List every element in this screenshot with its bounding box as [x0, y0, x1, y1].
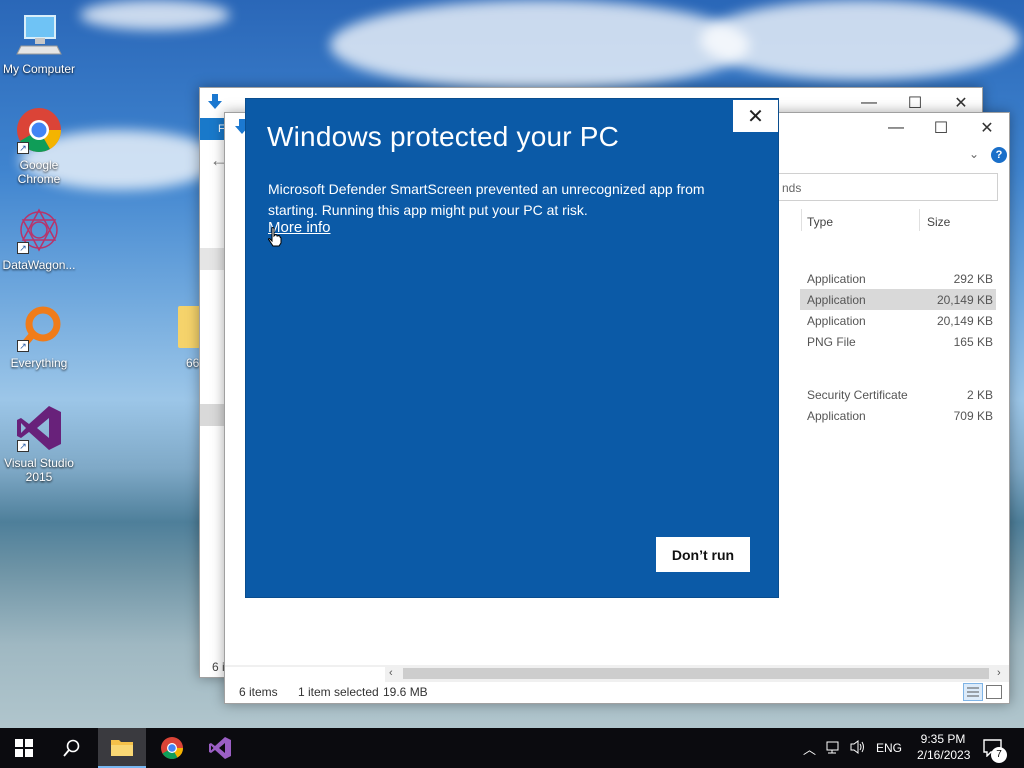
file-row[interactable]: PNG File 165 KB	[800, 331, 996, 352]
clock-date: 2/16/2023	[917, 748, 971, 762]
file-size: 20,149 KB	[936, 314, 993, 328]
file-row-selected[interactable]: Application 20,149 KB	[800, 289, 996, 310]
sky-cloud	[80, 0, 230, 30]
file-row[interactable]: Security Certificate 2 KB	[800, 384, 996, 405]
scroll-right-arrow-icon[interactable]: ›	[997, 667, 1001, 679]
desktop-folder-label: 66	[186, 356, 200, 370]
scroll-left-arrow-icon[interactable]: ‹	[389, 667, 393, 679]
show-hidden-icons-chevron-icon[interactable]: ︿	[803, 739, 816, 758]
visual-studio-icon	[209, 737, 231, 759]
file-type: PNG File	[807, 335, 856, 349]
ribbon-expand-chevron-icon[interactable]: ⌄	[969, 147, 979, 161]
desktop-icon-my-computer[interactable]: My Computer	[0, 10, 78, 76]
download-arrow-icon	[208, 94, 222, 110]
computer-icon	[15, 10, 63, 58]
file-type: Security Certificate	[807, 388, 908, 402]
status-selected: 1 item selected	[298, 685, 379, 699]
status-size: 19.6 MB	[383, 685, 428, 699]
minimize-button[interactable]: —	[873, 113, 919, 143]
desktop-icon-label: Google Chrome	[17, 158, 61, 186]
search-button[interactable]	[48, 728, 96, 768]
network-icon[interactable]	[826, 739, 842, 758]
hand-cursor-icon	[268, 227, 282, 252]
file-type: Application	[807, 409, 866, 423]
chrome-icon: ↗	[15, 106, 63, 154]
file-size: 292 KB	[953, 272, 993, 286]
file-size: 165 KB	[953, 335, 993, 349]
visual-studio-taskbar-button[interactable]	[196, 728, 244, 768]
shortcut-arrow-icon: ↗	[17, 440, 29, 452]
everything-search-icon: ↗	[15, 304, 63, 352]
clock[interactable]: 9:35 PM 2/16/2023	[917, 732, 971, 762]
shortcut-arrow-icon: ↗	[17, 340, 29, 352]
sky-cloud	[330, 0, 750, 90]
status-item-count: 6 items	[239, 685, 278, 699]
desktop-icon-visual-studio[interactable]: ↗ Visual Studio 2015	[0, 404, 78, 484]
taskbar: ︿ ENG 9:35 PM 2/16/2023 7	[0, 728, 1024, 768]
divider	[225, 665, 385, 667]
file-type: Application	[807, 293, 866, 307]
file-explorer-taskbar-button[interactable]	[98, 728, 146, 768]
file-row[interactable]: Application 292 KB	[800, 268, 996, 289]
desktop-icon-datawagon[interactable]: ↗ DataWagon...	[0, 206, 78, 272]
desktop-icon-everything[interactable]: ↗ Everything	[0, 304, 78, 370]
chrome-icon	[161, 737, 183, 759]
column-header-size[interactable]: Size	[927, 215, 950, 229]
windows-logo-icon	[15, 739, 33, 757]
desktop-icon-label: My Computer	[2, 62, 76, 76]
desktop-icon-label: Visual Studio 2015	[4, 456, 74, 484]
file-row[interactable]: Application 20,149 KB	[800, 310, 996, 331]
clock-time: 9:35 PM	[920, 732, 966, 746]
column-header-type[interactable]: Type	[807, 215, 833, 229]
details-view-icon[interactable]	[963, 683, 983, 701]
file-size: 20,149 KB	[936, 293, 993, 307]
file-type: Application	[807, 314, 866, 328]
shortcut-arrow-icon: ↗	[17, 142, 29, 154]
shortcut-arrow-icon: ↗	[17, 242, 29, 254]
file-type: Application	[807, 272, 866, 286]
datawagon-icon: ↗	[15, 206, 63, 254]
volume-icon[interactable]	[849, 739, 867, 758]
dont-run-button[interactable]: Don’t run	[656, 537, 750, 572]
file-size: 2 KB	[966, 388, 993, 402]
help-icon[interactable]: ?	[991, 147, 1007, 163]
scrollbar-thumb[interactable]	[403, 668, 989, 679]
folder-icon	[111, 740, 133, 756]
search-input[interactable]: nds	[777, 173, 998, 201]
dialog-title: Windows protected your PC	[267, 121, 620, 152]
file-size: 709 KB	[953, 409, 993, 423]
status-items-back: 6 i	[212, 660, 225, 674]
start-button[interactable]	[0, 728, 48, 768]
column-divider	[919, 209, 920, 231]
file-row[interactable]: Application 709 KB	[800, 405, 996, 426]
sky-cloud	[700, 0, 1020, 80]
close-button[interactable]: ✕	[964, 113, 1010, 143]
smartscreen-dialog[interactable]: Windows protected your PC ✕ Microsoft De…	[245, 98, 779, 598]
large-icons-view-icon[interactable]	[986, 685, 1002, 699]
desktop-icon-google-chrome[interactable]: ↗ Google Chrome	[0, 106, 78, 186]
language-indicator[interactable]: ENG	[876, 741, 902, 755]
horizontal-scrollbar[interactable]: ‹ ›	[385, 665, 1009, 682]
notification-count-badge: 7	[991, 747, 1007, 763]
column-divider	[801, 209, 802, 231]
warning-message: Microsoft Defender SmartScreen prevented…	[268, 181, 705, 218]
desktop-icon-label: Everything	[10, 356, 68, 370]
close-button[interactable]: ✕	[733, 100, 778, 132]
chrome-taskbar-button[interactable]	[148, 728, 196, 768]
maximize-button[interactable]: ☐	[918, 113, 964, 143]
desktop-icon-label: DataWagon...	[2, 258, 76, 272]
visual-studio-icon: ↗	[15, 404, 63, 452]
search-icon	[63, 739, 80, 757]
